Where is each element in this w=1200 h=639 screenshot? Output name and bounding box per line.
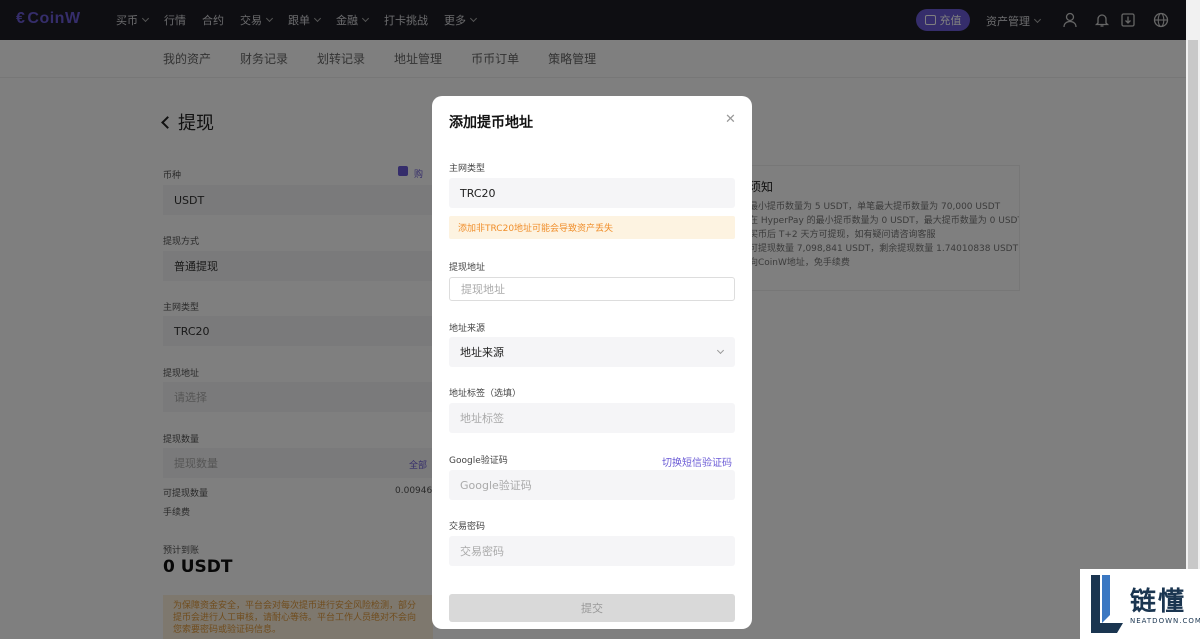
modal-network-field[interactable]: TRC20 [449,178,735,208]
modal-network-label: 主网类型 [449,164,486,174]
modal-address-label: 提现地址 [449,263,486,273]
scrollbar-thumb[interactable] [1188,40,1198,600]
modal-source-select[interactable]: 地址来源 [449,337,735,367]
modal-source-label: 地址来源 [449,324,486,334]
watermark-sub: NEATDOWN.COM [1130,617,1200,625]
add-address-modal: 添加提币地址 ✕ 主网类型 TRC20 添加非TRC20地址可能会导致资产丢失 … [432,96,752,629]
watermark-brand: 链懂 [1130,587,1187,617]
modal-tag-label: 地址标签（选填） [449,389,522,399]
modal-address-input[interactable]: 提现地址 [449,277,735,301]
switch-sms-link[interactable]: 切换短信验证码 [662,454,732,469]
network-warning: 添加非TRC20地址可能会导致资产丢失 [449,216,735,239]
modal-google-input[interactable]: Google验证码 [449,470,735,500]
close-icon[interactable]: ✕ [725,112,736,127]
modal-password-label: 交易密码 [449,522,486,532]
watermark-logo-icon [1091,575,1123,633]
chevron-down-icon [716,346,725,355]
modal-google-label: Google验证码 [449,456,508,466]
modal-password-input[interactable]: 交易密码 [449,536,735,566]
modal-title: 添加提币地址 [449,115,533,131]
watermark: 链懂 NEATDOWN.COM [1080,569,1200,639]
modal-tag-input[interactable]: 地址标签 [449,403,735,433]
submit-button[interactable]: 提交 [449,594,735,622]
